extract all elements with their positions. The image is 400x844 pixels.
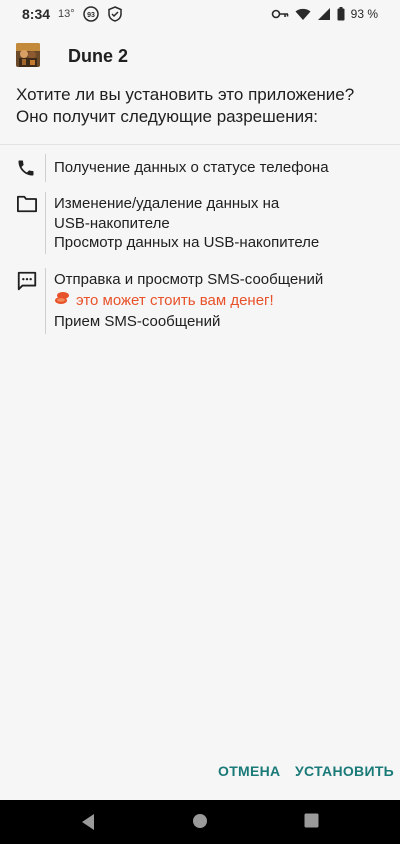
permission-item: Отправка и просмотр SMS-сообщений (54, 271, 324, 288)
signal-icon (317, 7, 331, 21)
status-temperature: 13° (58, 8, 75, 20)
sms-icon (16, 270, 38, 292)
cost-warning: это может стоить вам денег! (54, 291, 274, 311)
permission-divider (45, 154, 46, 182)
app-icon (16, 43, 40, 67)
permission-item: Прием SMS-сообщений (54, 313, 221, 330)
permission-divider (45, 268, 46, 334)
status-badge-text: 93 (87, 12, 95, 19)
battery-percent: 93 % (350, 7, 378, 21)
install-button[interactable]: УСТАНОВИТЬ (295, 760, 394, 782)
navigation-bar (0, 800, 400, 844)
install-header: Dune 2 Хотите ли вы установить это прило… (0, 28, 400, 145)
permission-item: Изменение/удаление данных на USB-накопит… (54, 195, 280, 232)
money-icon (54, 291, 70, 311)
wifi-icon (295, 8, 311, 21)
recents-icon[interactable] (304, 813, 322, 831)
status-bar: 8:34 13° 93 93 % (0, 0, 400, 28)
permission-divider (45, 192, 46, 254)
shield-icon (107, 6, 123, 22)
status-time: 8:34 (22, 6, 51, 22)
phone-icon (16, 158, 38, 180)
cost-warning-text: это может стоить вам денег! (76, 292, 274, 309)
back-icon[interactable] (80, 813, 98, 831)
install-question: Хотите ли вы установить это приложение? … (16, 85, 355, 126)
battery-icon (337, 7, 345, 21)
status-right: 93 % (271, 5, 378, 23)
app-name: Dune 2 (68, 46, 129, 66)
folder-icon (16, 194, 38, 216)
permission-group-sms: Отправка и просмотр SMS-сообщений это мо… (0, 268, 400, 336)
permission-group-phone: Получение данных о статусе телефона (0, 154, 400, 184)
status-left: 8:34 13° 93 (22, 5, 123, 23)
home-icon[interactable] (192, 813, 210, 831)
cancel-button[interactable]: ОТМЕНА (218, 760, 280, 782)
permission-group-storage: Изменение/удаление данных на USB-накопит… (0, 192, 400, 256)
permission-item: Получение данных о статусе телефона (54, 159, 329, 176)
badge-icon: 93 (82, 6, 99, 22)
permission-item: Просмотр данных на USB-накопителе (54, 234, 320, 251)
key-icon (271, 8, 289, 20)
